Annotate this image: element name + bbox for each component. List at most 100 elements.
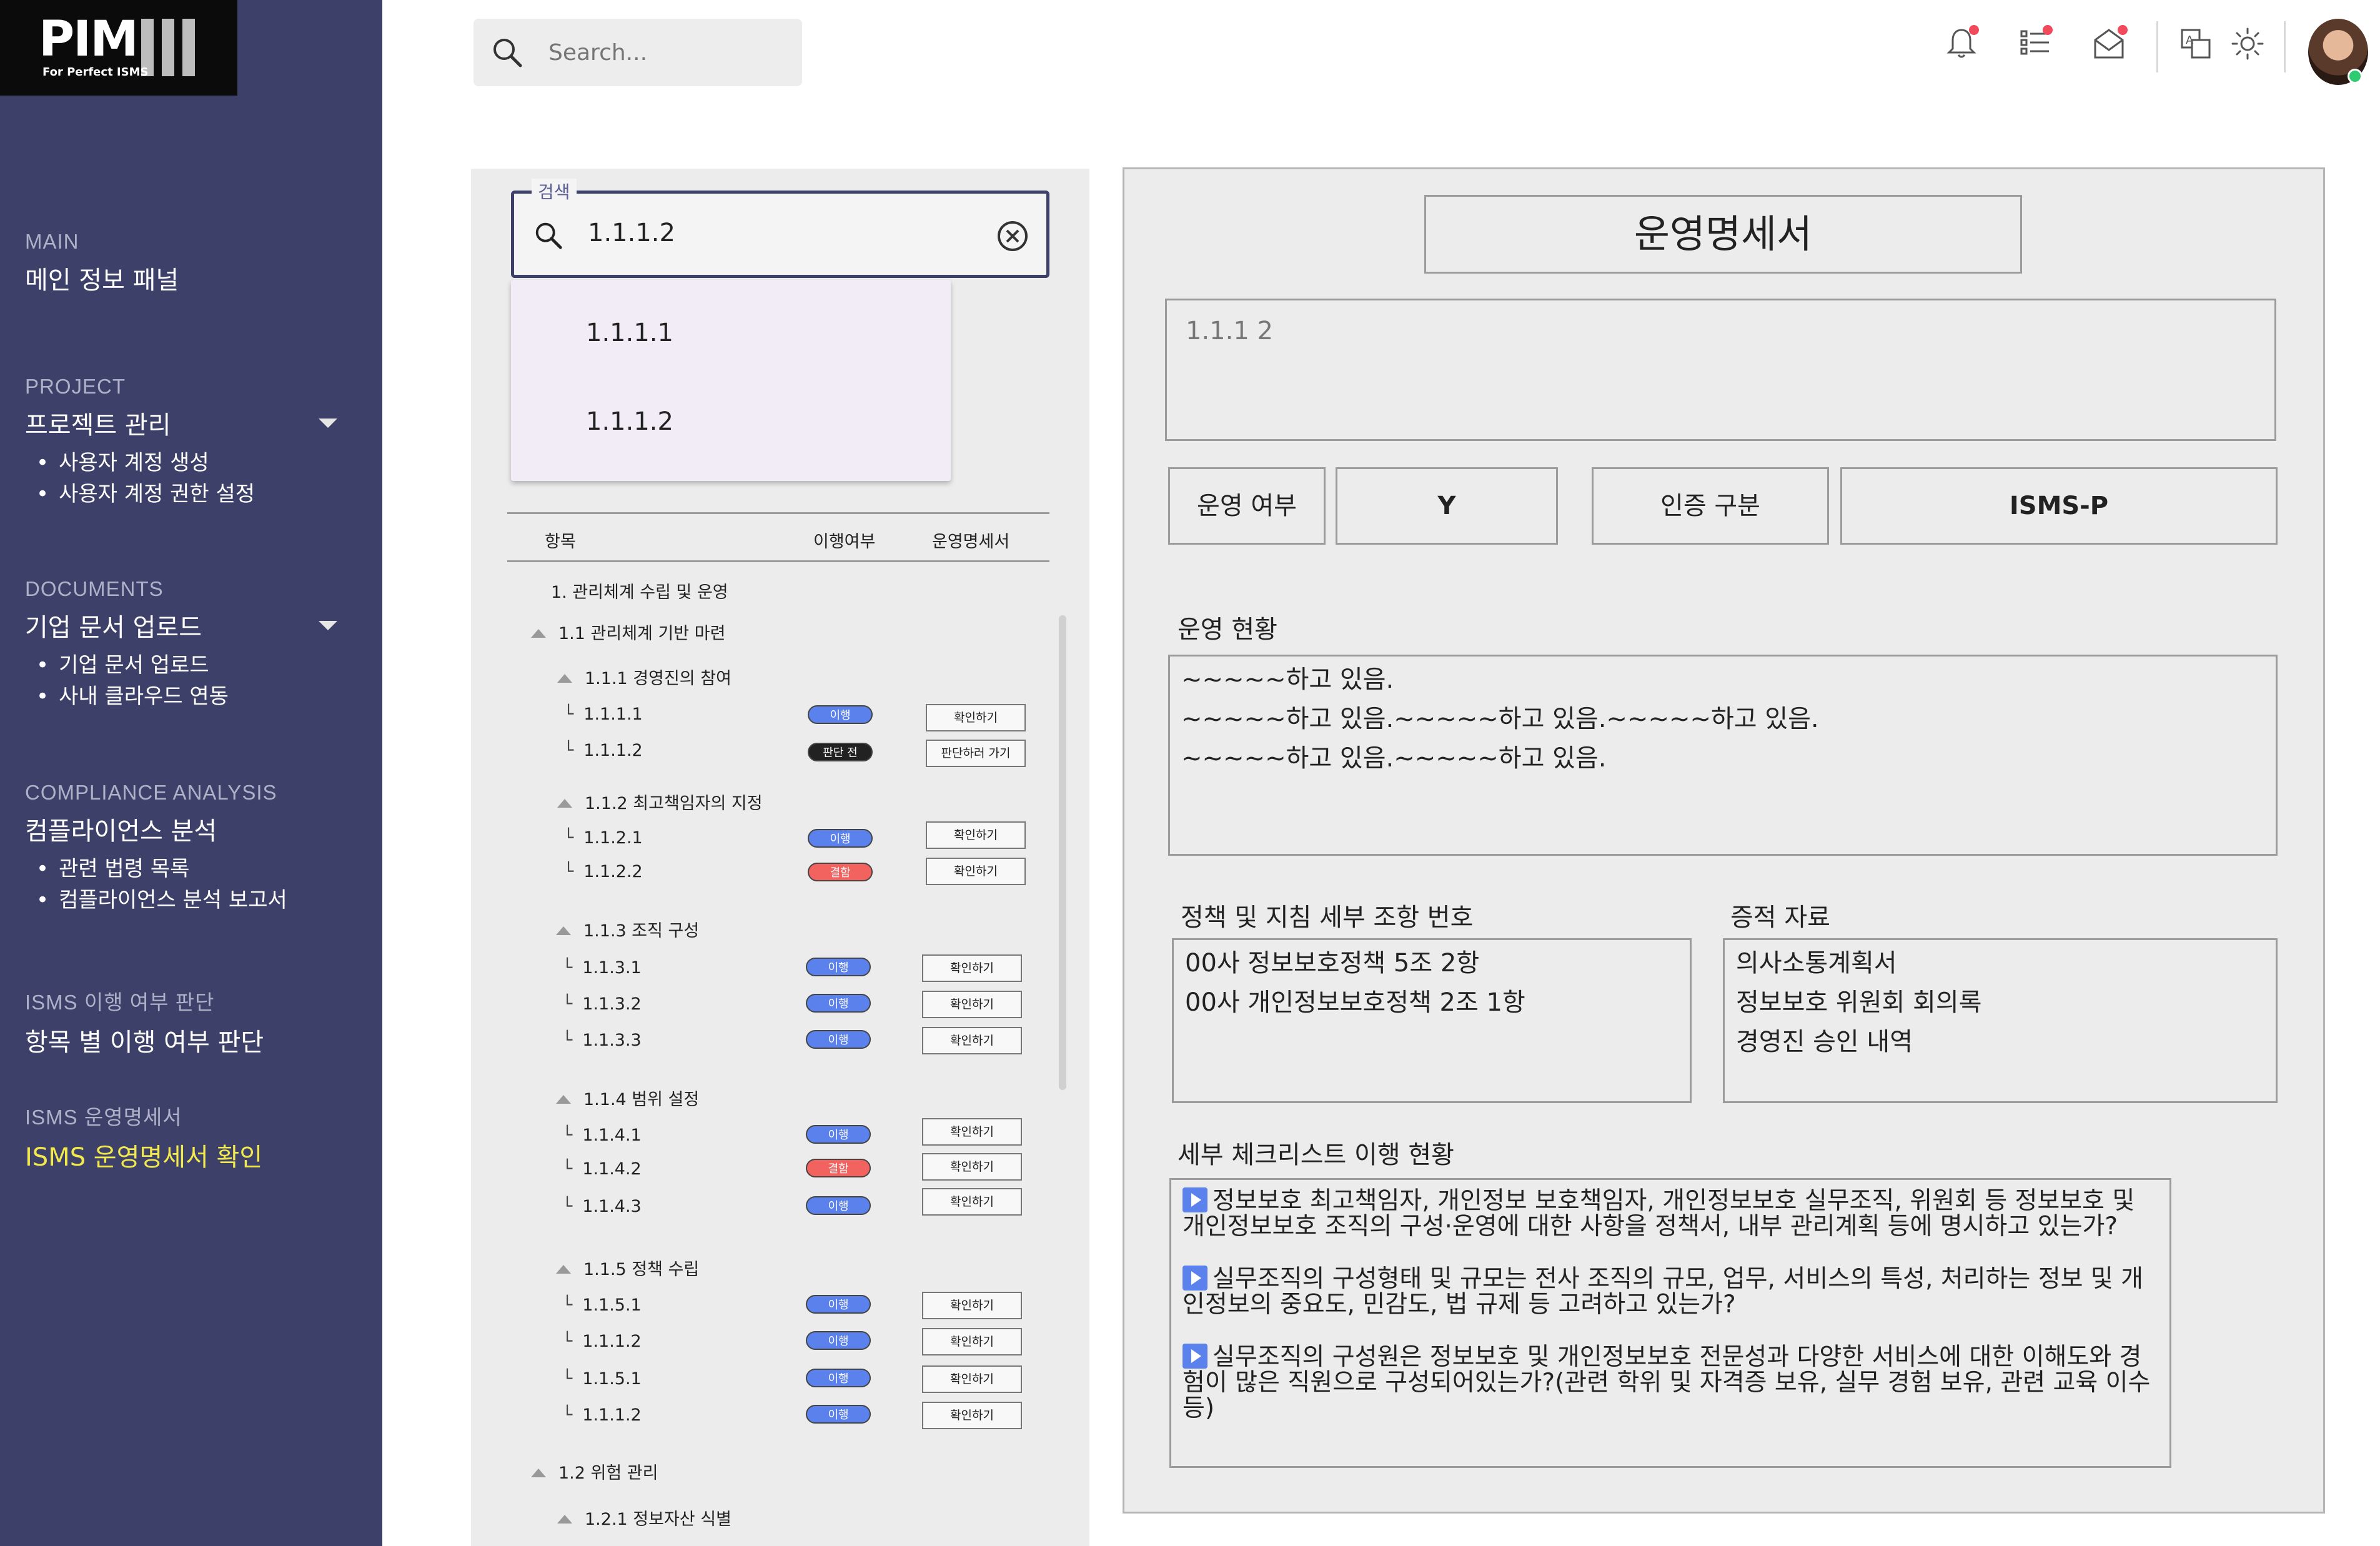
tree-scrollbar[interactable] <box>1059 615 1066 1090</box>
nav-compliance-analysis[interactable]: 컴플라이언스 분석 <box>25 811 337 847</box>
check-button[interactable]: 확인하기 <box>922 991 1022 1018</box>
check-button[interactable]: 확인하기 <box>922 1153 1022 1181</box>
checklist-label: 세부 체크리스트 이행 현황 <box>1178 1141 1454 1169</box>
tree-leaf[interactable]: 1.1.4.2 <box>562 1159 641 1179</box>
nav-section-isms-judgement: ISMS 이행 여부 판단 항목 별 이행 여부 판단 <box>25 986 337 1058</box>
collapse-icon[interactable] <box>556 926 571 935</box>
tree-subgroup[interactable]: 1.1.4 범위 설정 <box>556 1086 699 1110</box>
check-button[interactable]: 확인하기 <box>922 1118 1022 1146</box>
collapse-icon[interactable] <box>556 1095 571 1104</box>
check-button[interactable]: 확인하기 <box>922 1292 1022 1319</box>
nav-item-create-account[interactable]: 사용자 계정 생성 <box>36 447 337 478</box>
nav-item-account-permission[interactable]: 사용자 계정 권한 설정 <box>36 478 337 510</box>
status-badge: 이행 <box>806 1331 871 1350</box>
chevron-down-icon[interactable] <box>319 620 337 630</box>
tree-leaf[interactable]: 1.1.2.1 <box>563 828 642 848</box>
tree-leaf[interactable]: 1.1.4.1 <box>562 1126 641 1145</box>
item-search-field[interactable]: 검색 1.1.1.2 <box>511 179 1049 278</box>
check-button[interactable]: 확인하기 <box>926 821 1026 849</box>
tree-group[interactable]: 1.2 위험 관리 <box>531 1459 658 1484</box>
evidence-line: 정보보호 위원회 회의록 <box>1736 988 1982 1017</box>
chevron-down-icon[interactable] <box>319 418 337 428</box>
nav-section-main: MAIN 메인 정보 패널 <box>25 230 337 296</box>
check-button[interactable]: 확인하기 <box>922 1188 1022 1216</box>
check-button[interactable]: 확인하기 <box>922 1328 1022 1355</box>
nav-isms-spec-view[interactable]: ISMS 운영명세서 확인 <box>25 1137 337 1173</box>
tree-leaf[interactable]: 1.1.3.1 <box>562 958 641 978</box>
item-code-box[interactable]: 1.1.1 2 <box>1165 299 2276 441</box>
evidence-box[interactable]: 의사소통계획서 정보보호 위원회 회의록 경영진 승인 내역 <box>1723 938 2278 1103</box>
check-button[interactable]: 확인하기 <box>922 954 1022 982</box>
collapse-icon[interactable] <box>531 1469 546 1477</box>
nav-item-judgement[interactable]: 항목 별 이행 여부 판단 <box>25 1022 337 1058</box>
tree-group[interactable]: 1.1 관리체계 기반 마련 <box>531 620 725 644</box>
policy-label: 정책 및 지침 세부 조항 번호 <box>1181 903 1474 932</box>
check-button[interactable]: 확인하기 <box>922 1027 1022 1054</box>
tree-leaf[interactable]: 1.1.1.2 <box>562 1332 641 1351</box>
policy-line: 00사 개인정보보호정책 2조 1항 <box>1185 988 1525 1017</box>
nav-item-compliance-report[interactable]: 컴플라이언스 분석 보고서 <box>36 884 337 916</box>
tree-leaf[interactable]: 1.1.5.1 <box>562 1296 641 1315</box>
global-search[interactable] <box>474 19 802 86</box>
status-badge: 이행 <box>808 829 873 848</box>
tree-subgroup[interactable]: 1.1.3 조직 구성 <box>556 917 699 941</box>
status-box[interactable]: ~~~~~하고 있음. ~~~~~하고 있음.~~~~~하고 있음.~~~~~하… <box>1168 655 2278 856</box>
check-button[interactable]: 확인하기 <box>926 704 1026 731</box>
status-badge: 이행 <box>806 958 871 976</box>
policy-box[interactable]: 00사 정보보호정책 5조 2항 00사 개인정보보호정책 2조 1항 <box>1172 938 1692 1103</box>
tree-leaf[interactable]: 1.1.4.3 <box>562 1197 641 1216</box>
collapse-icon[interactable] <box>556 1265 571 1274</box>
collapse-icon[interactable] <box>557 799 572 808</box>
suggestion-item[interactable]: 1.1.1.2 <box>586 407 673 436</box>
op-value[interactable]: Y <box>1336 467 1558 545</box>
checklist-box[interactable]: 정보보호 최고책임자, 개인정보 보호책임자, 개인정보보호 실무조직, 위원회… <box>1169 1178 2171 1468</box>
global-search-input[interactable] <box>548 35 786 70</box>
clear-icon[interactable] <box>994 217 1031 255</box>
check-button[interactable]: 확인하기 <box>922 1402 1022 1429</box>
status-badge: 이행 <box>806 994 871 1013</box>
notification-dot <box>2043 25 2053 35</box>
collapse-icon[interactable] <box>531 629 546 638</box>
cert-label: 인증 구분 <box>1592 467 1829 545</box>
go-judge-button[interactable]: 판단하러 가기 <box>926 740 1026 767</box>
tree-subgroup[interactable]: 1.1.5 정책 수립 <box>556 1256 699 1280</box>
tree-subgroup[interactable]: 1.2.1 정보자산 식별 <box>557 1505 731 1530</box>
spec-title: 운영명세서 <box>1424 195 2022 274</box>
nav-item-cloud-link[interactable]: 사내 클라우드 연동 <box>36 681 337 712</box>
nav-section-documents: DOCUMENTS 기업 문서 업로드 기업 문서 업로드 사내 클라우드 연동 <box>25 577 337 712</box>
header-item: 항목 <box>545 532 576 552</box>
collapse-icon[interactable] <box>557 1515 572 1524</box>
tree-leaf[interactable]: 1.1.2.2 <box>563 862 642 881</box>
tree-leaf[interactable]: 1.1.1.2 <box>562 1405 641 1425</box>
translate-icon[interactable]: A <box>2177 25 2214 62</box>
collapse-icon[interactable] <box>557 674 572 683</box>
nav-project-management[interactable]: 프로젝트 관리 <box>25 405 337 441</box>
cert-value[interactable]: ISMS-P <box>1840 467 2278 545</box>
evidence-line: 경영진 승인 내역 <box>1736 1028 1913 1056</box>
tree-leaf[interactable]: 1.1.1.1 <box>563 705 642 724</box>
sun-icon[interactable] <box>2229 25 2266 62</box>
check-button[interactable]: 확인하기 <box>922 1365 1022 1393</box>
nav-category: DOCUMENTS <box>25 577 164 600</box>
tree-subgroup[interactable]: 1.1.2 최고책임자의 지정 <box>557 790 763 814</box>
tree-root[interactable]: 1. 관리체계 수립 및 운영 <box>551 578 728 603</box>
tree-leaf[interactable]: 1.1.3.3 <box>562 1031 641 1050</box>
suggestion-item[interactable]: 1.1.1.1 <box>586 319 673 347</box>
search-suggestions: 1.1.1.1 1.1.1.2 <box>511 280 951 481</box>
nav-main-info-panel[interactable]: 메인 정보 패널 <box>25 260 337 296</box>
tree-leaf[interactable]: 1.1.3.2 <box>562 994 641 1014</box>
status-badge: 결함 <box>806 1159 871 1177</box>
nav-item-document-upload[interactable]: 기업 문서 업로드 <box>36 650 337 681</box>
nav-document-upload[interactable]: 기업 문서 업로드 <box>25 607 337 643</box>
nav-item-related-laws[interactable]: 관련 법령 목록 <box>36 853 337 884</box>
check-button[interactable]: 확인하기 <box>926 858 1026 885</box>
tree-leaf[interactable]: 1.1.1.2 <box>563 741 642 760</box>
logo[interactable]: PIM For Perfect ISMS <box>0 0 237 96</box>
nav-category: COMPLIANCE ANALYSIS <box>25 781 277 804</box>
status-badge: 이행 <box>806 1125 871 1144</box>
tree-subgroup[interactable]: 1.1.1 경영진의 참여 <box>557 665 731 689</box>
item-search-legend: 검색 <box>532 179 577 204</box>
item-search-value[interactable]: 1.1.1.2 <box>588 219 675 247</box>
tree-leaf[interactable]: 1.1.5.1 <box>562 1369 641 1389</box>
nav-category: MAIN <box>25 230 79 253</box>
